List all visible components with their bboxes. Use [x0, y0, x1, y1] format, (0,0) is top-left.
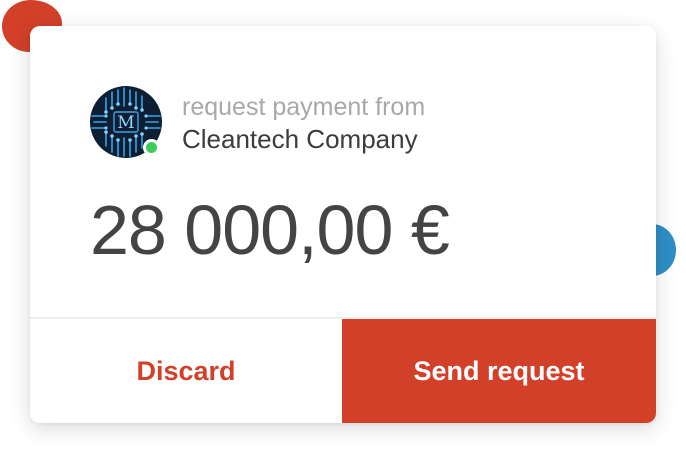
request-from-label: request payment from: [182, 93, 426, 121]
company-name: Cleantech Company: [182, 124, 418, 154]
send-request-button[interactable]: Send request: [342, 319, 656, 423]
payment-request-card: M request payment from Cleantech Company…: [30, 26, 656, 423]
payment-amount: 28 000,00 €: [90, 191, 450, 269]
avatar-initial: M: [117, 113, 134, 133]
online-status-indicator: [143, 139, 160, 156]
discard-button[interactable]: Discard: [30, 319, 342, 423]
